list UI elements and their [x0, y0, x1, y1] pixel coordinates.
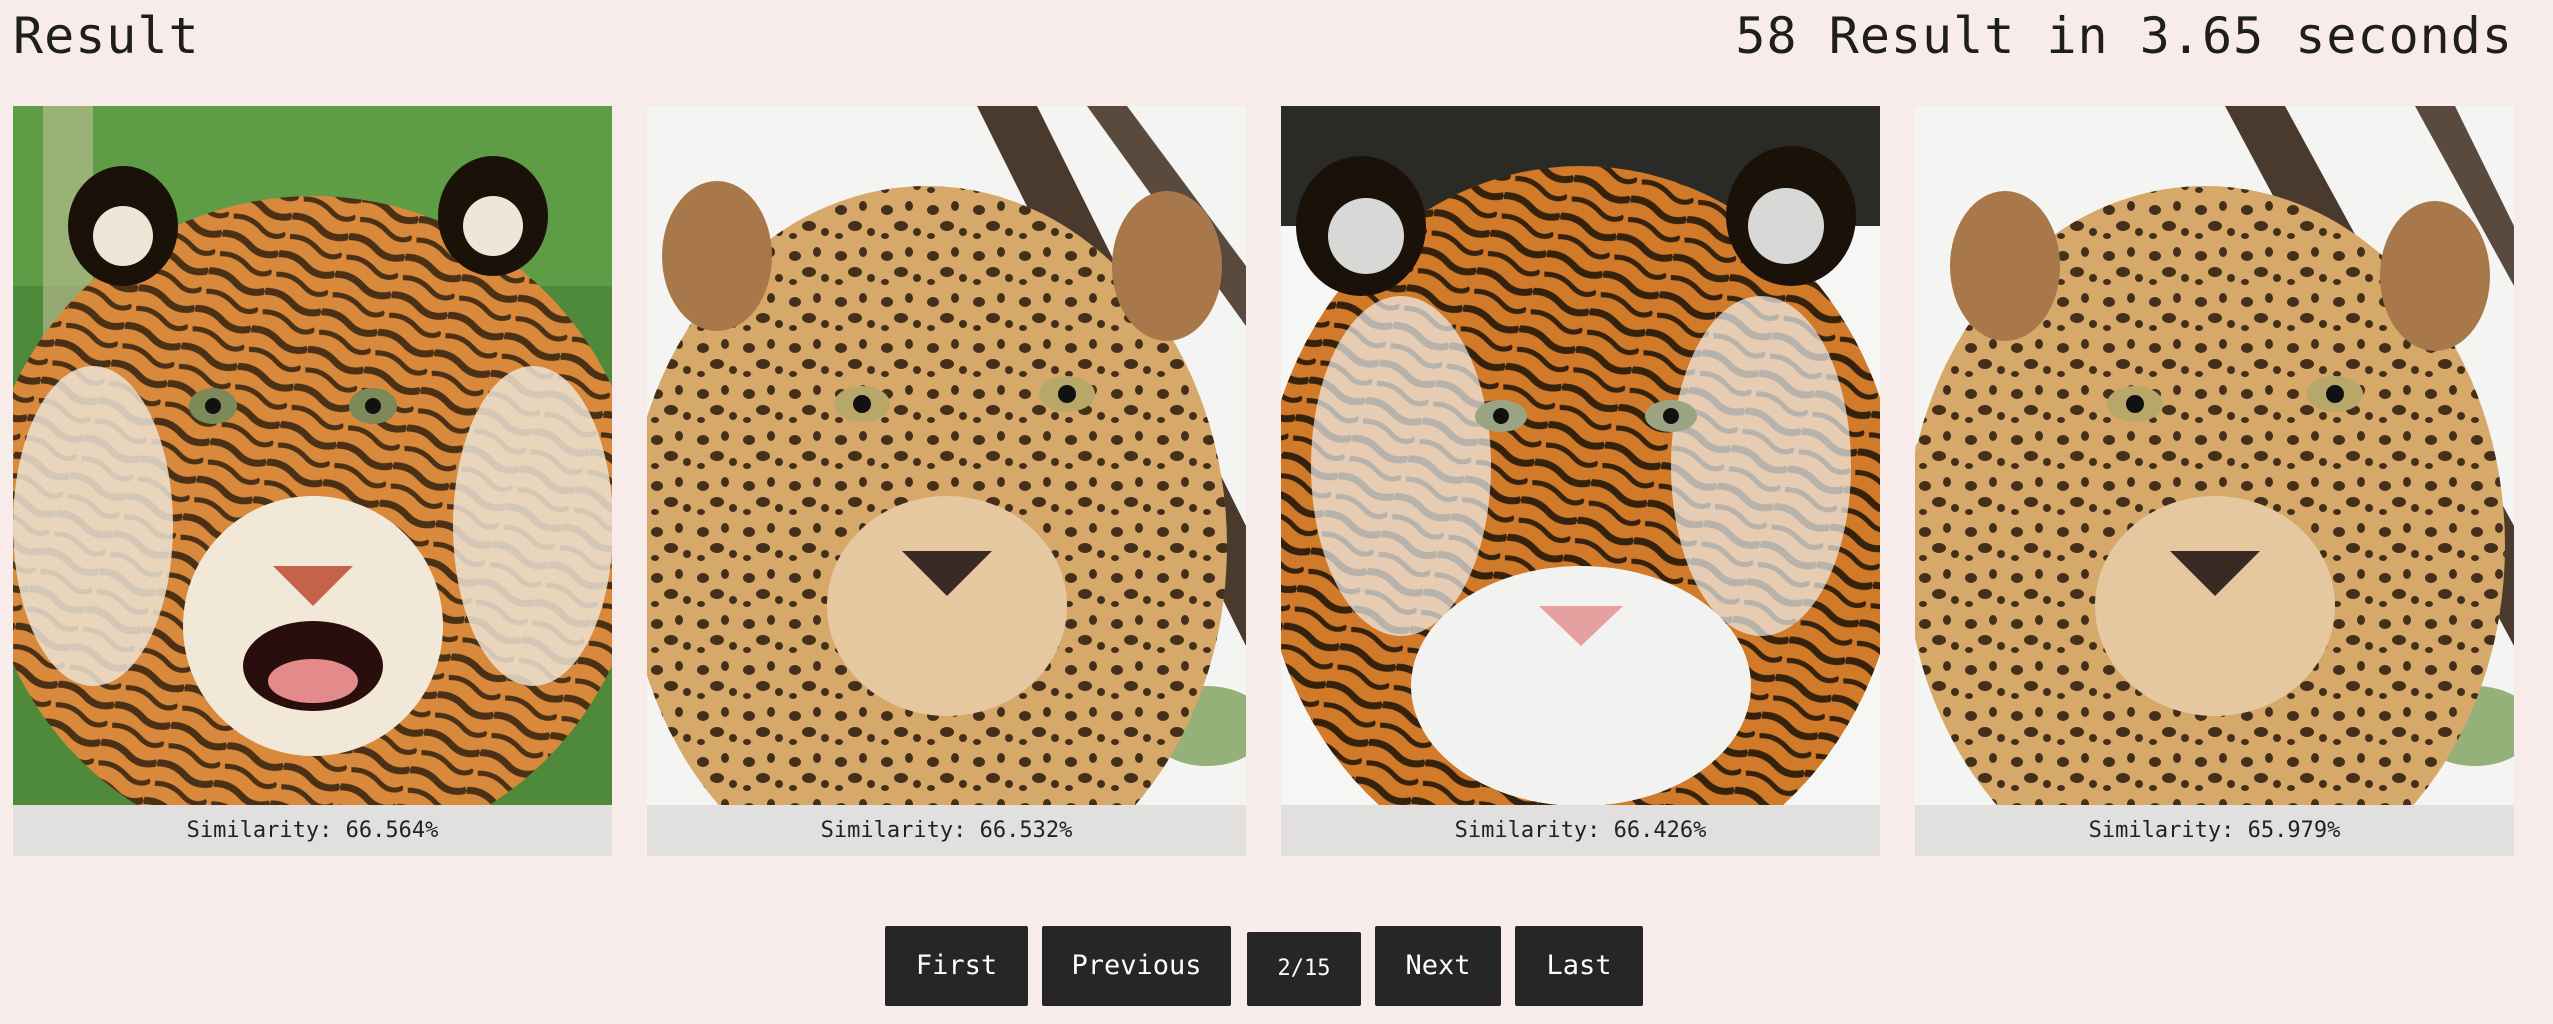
last-page-button[interactable]: Last [1515, 926, 1643, 1006]
similarity-label: Similarity: 66.532% [647, 805, 1246, 856]
result-image-tiger[interactable] [13, 106, 612, 805]
results-summary: 58 Result in 3.65 seconds [1735, 7, 2513, 65]
result-image-tiger[interactable] [1281, 106, 1880, 805]
result-card[interactable]: Similarity: 66.426% [1281, 106, 1880, 856]
pagination: First Previous 2/15 Next Last [0, 926, 2553, 1006]
result-card[interactable]: Similarity: 65.979% [1915, 106, 2514, 856]
result-card[interactable]: Similarity: 66.532% [647, 106, 1246, 856]
similarity-label: Similarity: 65.979% [1915, 805, 2514, 856]
similarity-label: Similarity: 66.426% [1281, 805, 1880, 856]
results-title: Result [13, 7, 200, 65]
result-image-leopard[interactable] [1915, 106, 2514, 805]
similarity-label: Similarity: 66.564% [13, 805, 612, 856]
next-page-button[interactable]: Next [1375, 926, 1501, 1006]
current-page-indicator: 2/15 [1247, 932, 1361, 1006]
previous-page-button[interactable]: Previous [1042, 926, 1231, 1006]
result-card[interactable]: Similarity: 66.564% [13, 106, 612, 856]
first-page-button[interactable]: First [885, 926, 1028, 1006]
result-image-leopard[interactable] [647, 106, 1246, 805]
